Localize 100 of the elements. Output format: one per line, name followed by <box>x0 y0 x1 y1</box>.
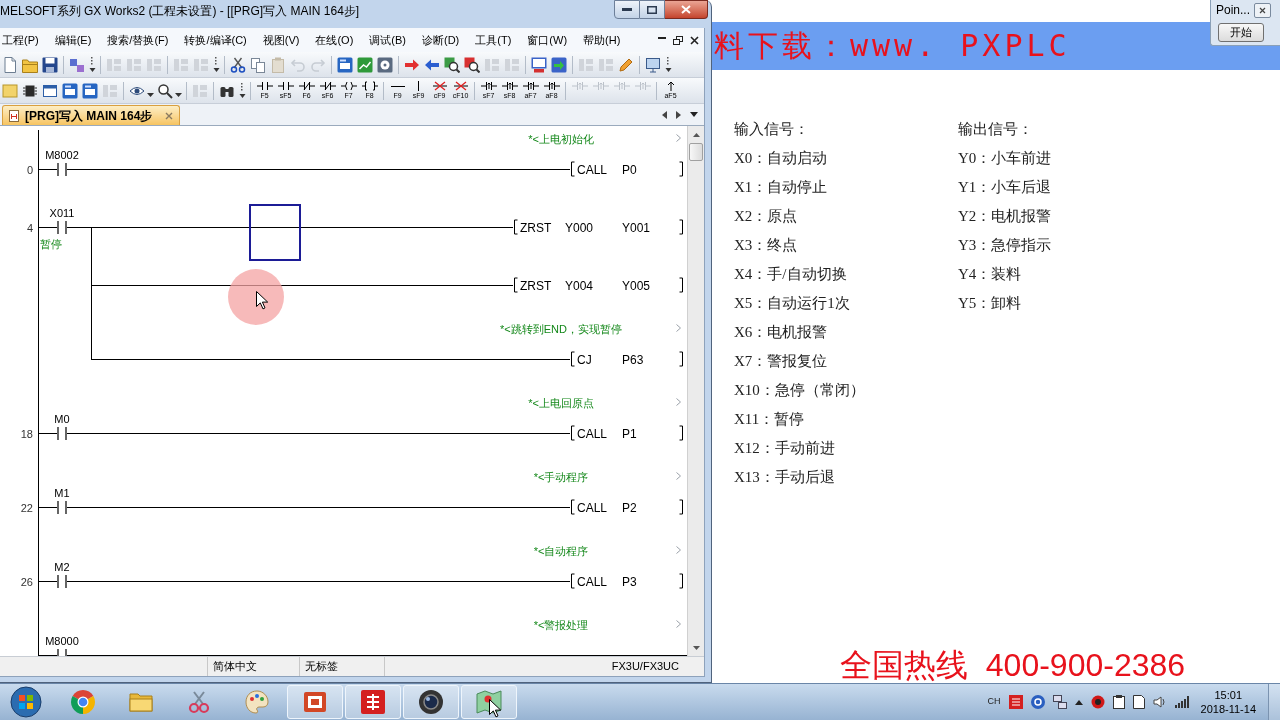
restore-icon[interactable] <box>673 35 683 45</box>
menu-item[interactable]: 在线(O) <box>307 30 362 50</box>
copy-icon[interactable] <box>250 56 266 73</box>
pulse-contact-icon <box>501 81 518 91</box>
windows-logo-icon <box>10 686 42 718</box>
caret-down-icon[interactable] <box>690 112 698 117</box>
menu-item[interactable]: 搜索/替换(F) <box>99 30 177 50</box>
clipboard-icon[interactable] <box>270 56 286 73</box>
instruction-text: CJ <box>577 352 592 367</box>
caret-right-icon[interactable] <box>676 110 681 119</box>
language-indicator[interactable]: CH <box>987 695 1001 709</box>
pulse-contact-icon <box>571 81 588 91</box>
statement-text: *<自动程序 <box>533 545 589 557</box>
monitor-icon[interactable] <box>645 56 661 73</box>
search-icon[interactable] <box>444 56 460 73</box>
help-icon[interactable] <box>1030 695 1045 709</box>
menu-item[interactable]: 窗口(W) <box>519 30 576 50</box>
device-comment: 暂停 <box>40 238 62 250</box>
bug-icon[interactable] <box>1090 695 1105 709</box>
editor-tab[interactable]: [PRG]写入 MAIN 164步 <box>2 105 181 125</box>
input-signal-text: X6：电机报警 <box>734 323 828 343</box>
minimize-button[interactable] <box>614 0 640 19</box>
chart-tile-icon[interactable] <box>357 56 373 73</box>
overflow-icon[interactable] <box>664 55 672 74</box>
search-icon[interactable] <box>464 56 480 73</box>
network-icon[interactable] <box>1052 695 1067 709</box>
device-label: M0 <box>54 412 70 426</box>
caret-down-icon[interactable] <box>147 92 154 97</box>
monitor-icon[interactable] <box>531 56 547 73</box>
chevron-right-icon <box>676 134 681 142</box>
caret-left-icon[interactable] <box>662 110 667 119</box>
ladder-cursor <box>249 204 301 261</box>
signal-icon[interactable] <box>1174 696 1189 708</box>
chevron-right-icon <box>676 546 681 554</box>
screen-tile-icon[interactable] <box>337 56 353 73</box>
overflow-icon[interactable] <box>238 81 246 100</box>
maximize-button[interactable] <box>640 0 665 19</box>
caret-up-icon[interactable] <box>692 132 700 137</box>
input-signal-text: X3：终点 <box>734 236 798 256</box>
close-button[interactable] <box>665 0 708 19</box>
taskbar-app-button[interactable] <box>461 685 517 719</box>
blocks-icon[interactable] <box>69 56 85 73</box>
pencil-icon[interactable] <box>618 56 634 73</box>
operand-text: Y001 <box>622 220 651 235</box>
speaker-icon[interactable] <box>1152 695 1167 709</box>
contact-icon <box>256 81 273 91</box>
menu-item[interactable]: 帮助(H) <box>575 30 629 50</box>
overflow-icon[interactable] <box>212 55 220 74</box>
menu-item[interactable]: 视图(V) <box>254 30 308 50</box>
banner-text: 料下载：www. PXPLC <box>713 28 1071 64</box>
menu-item[interactable]: 工程(P) <box>0 30 47 50</box>
ime-icon[interactable] <box>1008 695 1023 709</box>
window-title: MELSOFT系列 GX Works2 (工程未设置) - [[PRG]写入 MAIN 164步] <box>0 3 360 19</box>
overflow-icon[interactable] <box>88 55 96 74</box>
save-icon[interactable] <box>42 56 58 73</box>
scrollbar-thumb[interactable] <box>689 143 703 161</box>
menu-item[interactable]: 编辑(E) <box>46 30 100 50</box>
caret-up-icon[interactable] <box>1074 699 1083 705</box>
contact-slash-icon <box>298 81 315 91</box>
instruction-bracket-icon <box>361 81 378 91</box>
menu-item[interactable]: 调试(B) <box>361 30 414 50</box>
document-icon[interactable] <box>1132 695 1145 709</box>
instruction-text: CALL <box>577 426 608 441</box>
page-icon[interactable] <box>2 56 18 73</box>
minimize-icon[interactable] <box>658 36 666 39</box>
instruction-text: CALL <box>577 162 608 177</box>
coil-icon <box>340 81 357 91</box>
scrollbar[interactable] <box>687 126 704 656</box>
start-button[interactable]: 开始 <box>1218 23 1264 42</box>
browser-icon <box>70 689 96 715</box>
caret-down-icon[interactable] <box>175 92 182 97</box>
chevron-right-icon <box>676 472 681 480</box>
output-signal-text: Y0：小车前进 <box>958 149 1052 169</box>
disk-tile-icon[interactable] <box>377 56 393 73</box>
menu-item[interactable]: 工具(T) <box>467 30 520 50</box>
minimize-icon <box>622 8 632 11</box>
pulse-contact-icon <box>613 81 630 91</box>
magnifier-icon[interactable] <box>157 82 173 99</box>
scissors-icon[interactable] <box>230 56 246 73</box>
transfer-icon[interactable] <box>551 56 567 73</box>
taskbar-app-button[interactable] <box>403 685 459 719</box>
clipboard-icon[interactable] <box>1112 695 1125 709</box>
step-number: 18 <box>20 428 33 440</box>
step-number: 22 <box>20 502 33 514</box>
palette-icon <box>244 689 270 715</box>
close-icon[interactable] <box>690 35 699 45</box>
instruction-text: CALL <box>577 500 608 515</box>
menu-item[interactable]: 转换/编译(C) <box>176 30 255 50</box>
screen-tile-icon[interactable] <box>82 82 98 99</box>
device-label: X011 <box>49 206 75 220</box>
contact-slash-icon <box>319 81 336 91</box>
arrow-up-icon <box>666 81 675 91</box>
window-icon[interactable] <box>42 82 58 99</box>
close-button[interactable] <box>1254 3 1272 18</box>
operand-text: P63 <box>622 352 644 367</box>
screen-tile-icon[interactable] <box>62 82 78 99</box>
output-signal-text: Y3：急停指示 <box>958 236 1052 256</box>
menu-item[interactable]: 诊断(D) <box>414 30 468 50</box>
caret-down-icon[interactable] <box>692 645 700 650</box>
input-signal-text: X0：自动启动 <box>734 149 828 169</box>
